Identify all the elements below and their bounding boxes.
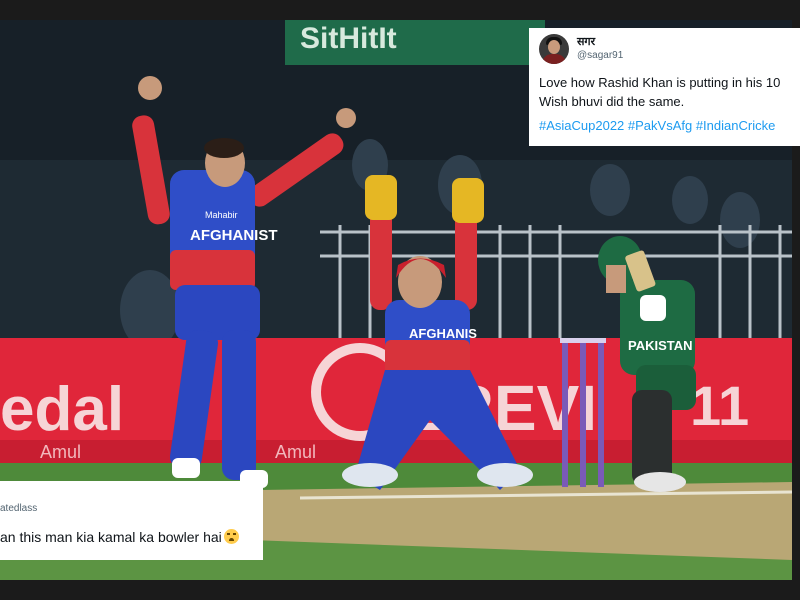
tweet-card-bottom: atedlass an this man kia kamal ka bowler… (0, 481, 263, 560)
tweet-author-handle[interactable]: @sagar91 (577, 49, 623, 62)
ad-board-amul-1: Amul (40, 442, 81, 462)
bowler-jersey-text: AFGHANIST (190, 227, 278, 244)
tweet-text: an this man kia kamal ka bowler hai (0, 529, 239, 545)
keeper-jersey-text: AFGHANIS (409, 326, 477, 341)
tweet-text-line2: Wish bhuvi did the same. (539, 94, 685, 109)
batter-jersey-text: PAKISTAN (628, 338, 693, 353)
tweet-hashtags[interactable]: #AsiaCup2022 #PakVsAfg #IndianCricke (539, 118, 790, 133)
ad-board-amul-2: Amul (275, 442, 316, 462)
tweet-header: सगर @sagar91 (539, 34, 790, 64)
crying-face-icon (223, 529, 239, 544)
tweet-author-handle[interactable]: atedlass (0, 503, 37, 514)
stumps (560, 338, 606, 487)
ad-board-left-text: edal (0, 375, 124, 444)
tweet-card-top: सगर @sagar91 Love how Rashid Khan is put… (529, 28, 800, 146)
tweet-text-content: an this man kia kamal ka bowler hai (0, 529, 222, 545)
tweet-text-line1: Love how Rashid Khan is putting in his 1… (539, 75, 781, 90)
keeper-glove-right (452, 178, 484, 223)
tweet-author-name[interactable]: सगर (577, 36, 623, 49)
bowler-sponsor-text: Mahabir (205, 210, 238, 220)
avatar[interactable] (539, 34, 569, 64)
ad-board-number: 11 (690, 374, 749, 437)
top-banner-text: SitHitIt (300, 22, 397, 55)
keeper-glove-left (365, 175, 397, 220)
